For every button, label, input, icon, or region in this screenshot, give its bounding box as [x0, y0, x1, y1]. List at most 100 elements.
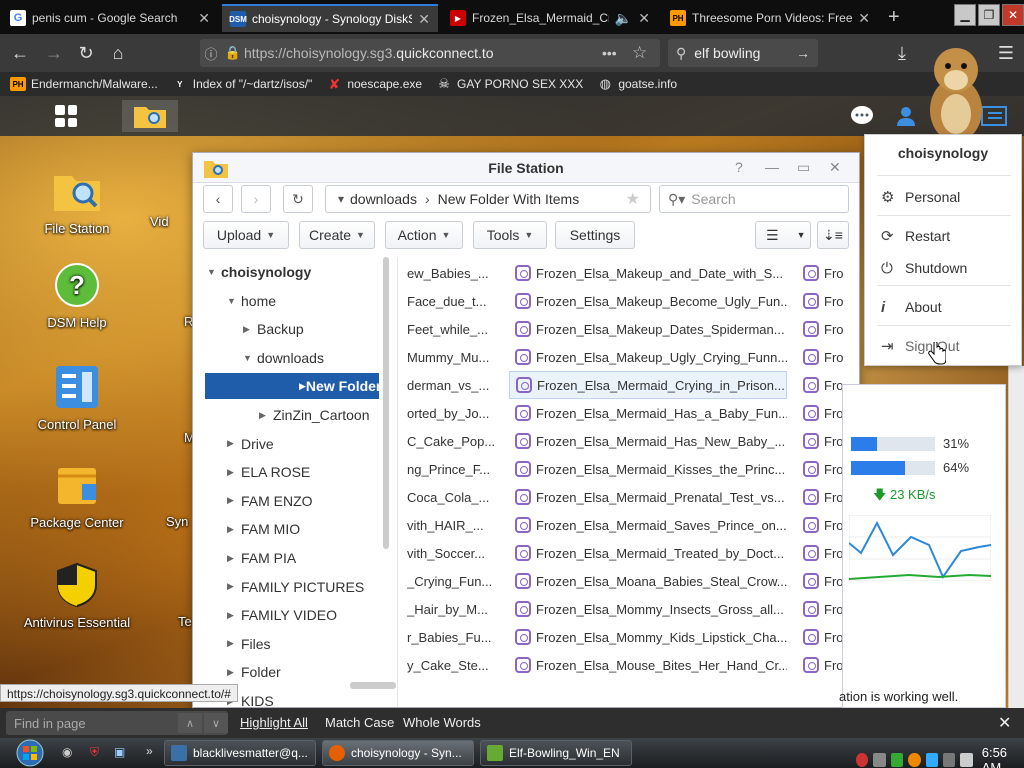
tab-synology[interactable]: DSM choisynology - Synology DiskS ✕ — [222, 4, 438, 32]
favorite-star-icon[interactable]: ★ — [626, 189, 640, 209]
main-menu-button[interactable] — [38, 100, 94, 132]
sort-button[interactable]: ⇣≡ — [817, 221, 849, 249]
file-item[interactable]: Frozen_Elsa_Moana_Babies_Steal_Crow... — [509, 567, 787, 595]
tree-node[interactable]: ▶ ELA ROSE — [227, 459, 310, 485]
quicklaunch-desktop-icon[interactable]: ▣ — [114, 745, 125, 759]
match-case-toggle[interactable]: Match Case — [325, 715, 394, 730]
file-item[interactable]: Fro — [803, 315, 851, 343]
tab-google-search[interactable]: G penis cum - Google Search ✕ — [2, 4, 218, 32]
task-email[interactable]: blacklivesmatter@q... — [164, 740, 316, 766]
menu-item-personal[interactable]: ⚙ Personal — [881, 185, 960, 209]
menu-item-shutdown[interactable]: ⏻ Shutdown — [881, 256, 967, 280]
widget-scrollbar[interactable] — [1008, 366, 1024, 708]
url-bar[interactable]: ⓘ 🔒 https://choisynology.sg3. quickconnec… — [200, 39, 660, 67]
upload-button[interactable]: Upload ▼ — [203, 221, 289, 249]
home-icon[interactable]: ⌂ — [106, 42, 130, 64]
file-item[interactable]: Fro — [803, 259, 851, 287]
tray-app-icon[interactable] — [873, 753, 886, 767]
quicklaunch-antivirus-icon[interactable]: ⛨ — [90, 745, 99, 760]
window-titlebar[interactable]: File Station ? — ▭ ✕ — [193, 153, 859, 183]
display-icon[interactable] — [942, 753, 956, 767]
quicklaunch-more-icon[interactable]: » — [146, 744, 153, 758]
file-item[interactable]: Frozen_Elsa_Mermaid_Kisses_the_Princ... — [509, 455, 787, 483]
bookmark-item[interactable]: ◍ goatse.info — [597, 76, 677, 91]
file-item[interactable]: Frozen_Elsa_Mouse_Bites_Her_Hand_Cr... — [509, 651, 787, 679]
collapsed-arrow-icon[interactable]: ▶ — [259, 410, 273, 421]
maximize-button[interactable]: ❐ — [978, 4, 1000, 26]
menu-item-sign-out[interactable]: ⇥ Sign Out — [881, 334, 959, 358]
speaker-icon[interactable]: 🔈 — [615, 10, 632, 27]
file-item[interactable]: Frozen_Elsa_Mermaid_Has_a_Baby_Fun... — [509, 399, 787, 427]
file-item[interactable]: C_Cake_Pop... — [407, 427, 495, 455]
bookmark-item[interactable]: ✘ noescape.exe — [326, 76, 422, 92]
tree-node[interactable]: ▼ choisynology — [207, 259, 311, 285]
tray-search-icon[interactable] — [908, 753, 921, 767]
file-item[interactable]: orted_by_Jo... — [407, 399, 495, 427]
file-item[interactable]: Fro — [803, 343, 851, 371]
forward-button[interactable]: › — [241, 185, 271, 213]
task-firefox[interactable]: choisynology - Syn... — [322, 740, 474, 766]
desktop-icon-dsm-help[interactable]: ? DSM Help — [22, 262, 132, 330]
collapsed-arrow-icon[interactable]: ▶ — [227, 581, 241, 592]
star-icon[interactable]: ☆ — [632, 43, 647, 63]
file-item[interactable]: derman_vs_... — [407, 371, 495, 399]
file-item[interactable]: y_Cake_Ste... — [407, 651, 495, 679]
bookmark-item[interactable]: Y Index of "/~dartz/isos/" — [172, 77, 312, 91]
tray-app-icon[interactable] — [890, 753, 904, 767]
tree-node[interactable]: ▼ downloads — [243, 345, 324, 371]
tree-node[interactable]: ▶New Folder With — [205, 373, 389, 400]
alert-icon[interactable] — [856, 753, 869, 767]
collapsed-arrow-icon[interactable]: ▶ — [227, 667, 241, 678]
settings-button[interactable]: Settings — [555, 221, 635, 249]
tree-node[interactable]: ▶ Files — [227, 631, 271, 657]
tree-node[interactable]: ▼ home — [227, 288, 276, 314]
windows-start-button[interactable] — [8, 739, 52, 767]
tree-node[interactable]: ▶ FAM MIO — [227, 516, 300, 542]
file-search-input[interactable]: ⚲▾ Search — [659, 185, 849, 213]
file-item[interactable]: Face_due_t... — [407, 287, 495, 315]
collapsed-arrow-icon[interactable]: ▶ — [227, 553, 241, 564]
bookmark-item[interactable]: PH Endermanch/Malware... — [10, 77, 158, 91]
desktop-icon-antivirus[interactable]: Antivirus Essential — [22, 562, 132, 630]
file-item[interactable]: Coca_Cola_... — [407, 483, 495, 511]
menu-item-about[interactable]: i About — [881, 295, 942, 319]
tree-node[interactable]: ▶ FAMILY PICTURES — [227, 574, 364, 600]
expanded-arrow-icon[interactable]: ▼ — [207, 267, 221, 277]
breadcrumb-item[interactable]: New Folder With Items — [438, 191, 580, 207]
file-item[interactable]: Frozen_Elsa_Mermaid_Has_New_Baby_... — [509, 427, 787, 455]
file-item[interactable]: Frozen_Elsa_Makeup_Ugly_Crying_Funn... — [509, 343, 787, 371]
download-icon[interactable]: ⤓ — [890, 42, 914, 64]
file-list-hscrollbar[interactable] — [350, 682, 396, 689]
maximize-icon[interactable]: ▭ — [797, 159, 810, 176]
file-item[interactable]: r_Babies_Fu... — [407, 623, 495, 651]
page-actions-icon[interactable]: ••• — [602, 45, 617, 61]
tools-button[interactable]: Tools ▼ — [473, 221, 547, 249]
new-tab-button[interactable]: + — [888, 6, 900, 29]
close-icon[interactable]: ✕ — [418, 11, 430, 28]
path-breadcrumb[interactable]: ▾ downloads › New Folder With Items ★ — [325, 185, 651, 213]
collapsed-arrow-icon[interactable]: ▶ — [227, 524, 241, 535]
find-prev-button[interactable]: ∧ — [178, 713, 202, 733]
file-item[interactable]: Frozen_Elsa_Mermaid_Saves_Prince_on... — [509, 511, 787, 539]
file-item[interactable]: Frozen_Elsa_Mommy_Kids_Lipstick_Cha... — [509, 623, 787, 651]
desktop-icon-control-panel[interactable]: Control Panel — [22, 364, 132, 432]
create-button[interactable]: Create ▼ — [299, 221, 375, 249]
highlight-all-toggle[interactable]: Highlight All — [240, 715, 308, 730]
menu-icon[interactable]: ☰ — [994, 42, 1018, 64]
file-item[interactable]: Frozen_Elsa_Makeup_Dates_Spiderman... — [509, 315, 787, 343]
tree-node[interactable]: ▶ FAM ENZO — [227, 488, 313, 514]
desktop-icon-file-station[interactable]: File Station — [22, 168, 132, 236]
tree-node[interactable]: ▶ Folder — [227, 659, 281, 685]
window-close-button[interactable]: ✕ — [1002, 4, 1024, 26]
minimize-icon[interactable]: — — [765, 159, 779, 175]
expanded-arrow-icon[interactable]: ▼ — [227, 296, 241, 306]
desktop-icon-package-center[interactable]: Package Center — [22, 462, 132, 530]
task-elf-bowling[interactable]: Elf-Bowling_Win_EN — [480, 740, 632, 766]
view-mode-button[interactable]: ☰ ▼ — [755, 221, 811, 249]
taskbar-file-station[interactable] — [122, 100, 178, 132]
collapsed-arrow-icon[interactable]: ▶ — [227, 610, 241, 621]
tree-node[interactable]: ▶ Backup — [243, 316, 304, 342]
file-item[interactable]: _Crying_Fun... — [407, 567, 495, 595]
tree-node[interactable]: ▶ ZinZin_Cartoon — [259, 402, 370, 428]
file-item[interactable]: vith_Soccer... — [407, 539, 495, 567]
